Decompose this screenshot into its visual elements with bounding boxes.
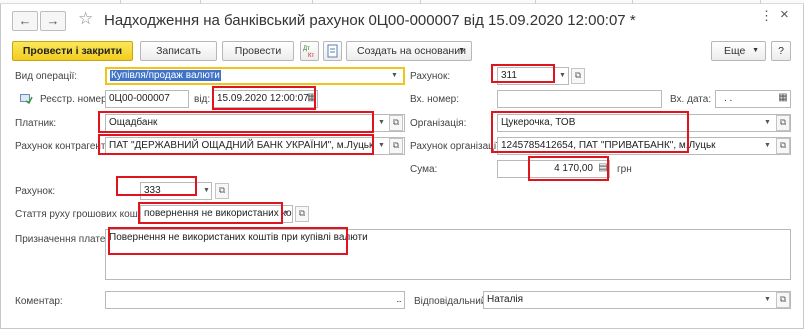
annotation-highlight xyxy=(528,156,609,181)
forward-button[interactable]: → xyxy=(40,11,66,31)
document-report-button[interactable] xyxy=(323,41,342,61)
document-icon xyxy=(327,44,338,58)
annotation-highlight xyxy=(98,111,374,133)
dt-kt-icon: Дт Кт xyxy=(303,46,314,59)
account-top-label: Рахунок: xyxy=(410,71,451,82)
incoming-number-field[interactable] xyxy=(497,90,662,108)
annotation-highlight xyxy=(138,202,283,224)
organization-account-label: Рахунок організації: xyxy=(410,141,502,152)
responsible-field[interactable]: Наталія xyxy=(483,291,791,309)
responsible-label: Відповідальний: xyxy=(414,296,490,307)
more-icon[interactable]: ⋮ xyxy=(760,8,773,24)
annotation-highlight xyxy=(98,134,374,155)
annotation-highlight xyxy=(108,227,348,255)
create-based-on-label: Создать на основании xyxy=(357,45,466,57)
open-icon[interactable]: ⧉ xyxy=(389,115,403,131)
operation-type-label: Вид операції: xyxy=(15,71,78,82)
chevron-down-icon[interactable]: ▼ xyxy=(388,67,401,85)
more-actions-button[interactable]: Еще ▼ xyxy=(711,41,766,61)
chevron-down-icon[interactable]: ▼ xyxy=(761,137,774,155)
annotation-highlight xyxy=(212,86,316,110)
ellipsis-icon[interactable]: ... xyxy=(392,291,405,309)
star-icon[interactable]: ☆ xyxy=(78,9,93,29)
open-icon[interactable]: ⧉ xyxy=(571,68,585,84)
open-icon[interactable]: ⧉ xyxy=(776,115,790,131)
chevron-down-icon[interactable]: ▼ xyxy=(375,137,388,155)
close-icon[interactable]: × xyxy=(780,6,789,23)
operation-type-value: Купівля/продаж валюти xyxy=(110,70,221,81)
account-mid-label: Рахунок: xyxy=(15,186,56,197)
reg-number-label: Реєстр. номер: xyxy=(40,94,110,105)
open-icon[interactable]: ⧉ xyxy=(295,206,309,222)
create-based-on-button[interactable]: Создать на основании ▼ xyxy=(346,41,472,61)
date-label: від: xyxy=(194,94,211,105)
back-button[interactable]: ← xyxy=(12,11,38,31)
chevron-down-icon[interactable]: ▼ xyxy=(761,114,774,132)
chevron-down-icon[interactable]: ▼ xyxy=(556,67,569,85)
payer-label: Платник: xyxy=(15,118,57,129)
dt-kt-report-button[interactable]: Дт Кт xyxy=(300,41,319,61)
open-icon[interactable]: ⧉ xyxy=(776,292,790,308)
comment-label: Коментар: xyxy=(15,296,63,307)
comment-field[interactable] xyxy=(105,291,405,309)
save-button[interactable]: Записать xyxy=(140,41,217,61)
annotation-highlight xyxy=(491,64,555,83)
svg-text:Дт: Дт xyxy=(303,46,310,52)
chevron-down-icon[interactable]: ▼ xyxy=(375,114,388,132)
currency-label: грн xyxy=(617,164,632,175)
calendar-icon[interactable]: ▦ xyxy=(776,90,790,108)
svg-text:Кт: Кт xyxy=(308,53,314,59)
operation-type-field[interactable]: Купівля/продаж валюти xyxy=(105,67,405,85)
reg-number-field[interactable]: 0Ц00-000007 xyxy=(105,90,189,108)
organization-label: Організація: xyxy=(410,118,467,129)
post-and-close-button[interactable]: Провести і закрити xyxy=(12,41,133,61)
open-icon[interactable]: ⧉ xyxy=(776,138,790,154)
top-tab-strip xyxy=(0,0,804,4)
annotation-highlight xyxy=(116,176,197,196)
chevron-down-icon[interactable]: ▼ xyxy=(761,291,774,309)
incoming-number-label: Вх. номер: xyxy=(410,94,459,105)
open-icon[interactable]: ⧉ xyxy=(215,183,229,199)
cash-flow-item-label: Стаття руху грошових коштів: xyxy=(15,209,153,220)
document-status-icon xyxy=(20,94,33,105)
chevron-down-icon[interactable]: ▼ xyxy=(200,182,213,200)
incoming-date-label: Вх. дата: xyxy=(670,94,712,105)
open-icon[interactable]: ⧉ xyxy=(389,138,403,154)
page-title: Надходження на банківський рахунок 0Ц00-… xyxy=(104,12,636,29)
more-actions-label: Еще xyxy=(724,45,746,57)
arrow-right-icon: → xyxy=(46,13,60,28)
chevron-down-icon: ▼ xyxy=(752,47,759,54)
annotation-highlight xyxy=(491,111,689,153)
post-button[interactable]: Провести xyxy=(222,41,294,61)
help-button[interactable]: ? xyxy=(771,41,791,61)
arrow-left-icon: ← xyxy=(18,13,32,28)
sum-label: Сума: xyxy=(410,164,438,175)
chevron-down-icon: ▼ xyxy=(458,47,465,54)
